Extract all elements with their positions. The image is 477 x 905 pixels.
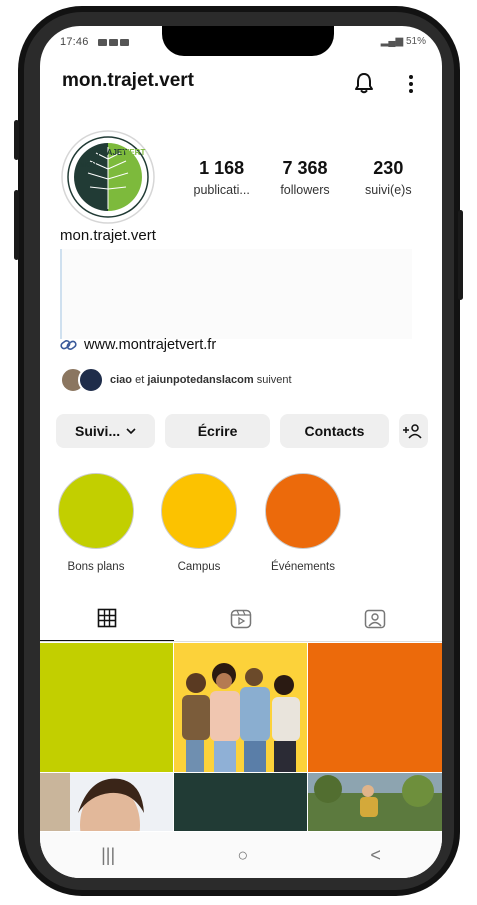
- profile-header: mon.trajet.vert: [62, 70, 422, 100]
- profile-actions: Suivi... Écrire Contacts: [56, 414, 428, 448]
- website-url: www.montrajetvert.fr: [84, 337, 217, 353]
- logo-text-mon: MON: [80, 162, 96, 169]
- following-label-text: Suivi...: [74, 423, 121, 439]
- stat-following[interactable]: 230 suivi(e)s: [347, 158, 430, 197]
- content-tabs: [40, 596, 442, 642]
- status-bar-left: 17:46: [60, 36, 129, 48]
- mutual-name-1: ciao: [110, 374, 133, 386]
- following-label: suivi(e)s: [365, 183, 412, 197]
- back-button[interactable]: <: [370, 845, 381, 866]
- notifications-bell-icon[interactable]: [354, 72, 374, 94]
- screen: 17:46 ▂▄▆ 51% mon.trajet.vert MON TRAJET…: [40, 26, 442, 878]
- status-bar-right: ▂▄▆ 51%: [381, 36, 426, 47]
- posts-label: publicati...: [193, 183, 250, 197]
- students-photo: [174, 643, 307, 772]
- highlight-campus[interactable]: Campus: [161, 473, 237, 573]
- status-time: 17:46: [60, 36, 89, 48]
- cyclist-photo: [308, 773, 442, 831]
- mutual-followers[interactable]: ciao et jaiunpotedanslacom suivent: [60, 367, 292, 393]
- post-tile-3[interactable]: [308, 643, 442, 772]
- system-nav-bar: ||| ○ <: [40, 832, 442, 878]
- post-tile-1[interactable]: [40, 643, 173, 772]
- notification-icons: [96, 36, 129, 48]
- more-options-icon[interactable]: [408, 74, 414, 94]
- add-person-button[interactable]: [398, 414, 428, 448]
- mutual-connector: et: [132, 374, 148, 386]
- chevron-down-icon: [126, 428, 136, 435]
- highlight-bons-plans[interactable]: Bons plans: [58, 473, 134, 573]
- header-username: mon.trajet.vert: [62, 70, 194, 91]
- recent-apps-button[interactable]: |||: [101, 845, 115, 866]
- message-button[interactable]: Écrire: [165, 414, 271, 448]
- phone-power-button: [458, 210, 463, 300]
- phone-side-button: [14, 120, 19, 160]
- contacts-label: Contacts: [304, 423, 365, 439]
- signal-icon: ▂▄▆: [380, 36, 404, 47]
- posts-grid: [40, 643, 442, 831]
- message-label: Écrire: [197, 423, 238, 439]
- highlight-evenements[interactable]: Événements: [265, 473, 341, 573]
- link-icon: [60, 340, 77, 350]
- add-person-icon: [403, 424, 422, 439]
- followers-label: followers: [280, 183, 330, 197]
- post-tile-4[interactable]: [40, 773, 173, 831]
- website-link[interactable]: www.montrajetvert.fr: [60, 337, 216, 353]
- highlight-cover-3: [265, 473, 341, 549]
- battery-level: 51%: [405, 36, 426, 47]
- highlight-cover-1: [58, 473, 134, 549]
- highlight-label-2: Campus: [177, 561, 221, 573]
- highlight-label-1: Bons plans: [67, 561, 125, 573]
- following-button[interactable]: Suivi...: [56, 414, 156, 448]
- followers-count: 7 368: [282, 158, 328, 178]
- tab-posts-grid[interactable]: [40, 596, 174, 642]
- tagged-person-icon: [364, 609, 386, 629]
- phone-volume-button: [14, 190, 19, 260]
- highlight-cover-2: [161, 473, 237, 549]
- stat-followers[interactable]: 7 368 followers: [263, 158, 346, 197]
- reels-icon: [230, 609, 252, 629]
- portrait-photo: [40, 773, 173, 831]
- grid-icon: [97, 608, 117, 628]
- bio-area: [60, 249, 412, 339]
- posts-count: 1 168: [199, 158, 245, 178]
- contacts-button[interactable]: Contacts: [280, 414, 389, 448]
- mutual-name-2: jaiunpotedanslacom: [147, 374, 254, 386]
- profile-avatar[interactable]: MON TRAJET VERT: [60, 129, 156, 225]
- logo-text-trajet: TRAJET: [96, 148, 127, 157]
- home-button[interactable]: ○: [237, 845, 248, 866]
- post-tile-2[interactable]: [174, 643, 307, 772]
- tab-tagged[interactable]: [308, 596, 442, 642]
- profile-stats: 1 168 publicati... 7 368 followers 230 s…: [180, 158, 430, 197]
- following-count: 230: [373, 158, 404, 178]
- logo-text-vert: VERT: [124, 148, 145, 157]
- stat-posts[interactable]: 1 168 publicati...: [180, 158, 263, 197]
- camera-notch: [162, 26, 334, 56]
- tab-reels[interactable]: [174, 596, 308, 642]
- post-tile-6[interactable]: [308, 773, 442, 831]
- mutual-suffix: suivent: [253, 374, 292, 386]
- post-tile-5[interactable]: [174, 773, 307, 831]
- highlight-label-3: Événements: [271, 561, 335, 573]
- mutual-avatar-2: [78, 367, 104, 393]
- display-name: mon.trajet.vert: [60, 227, 156, 244]
- tab-divider: [40, 641, 442, 642]
